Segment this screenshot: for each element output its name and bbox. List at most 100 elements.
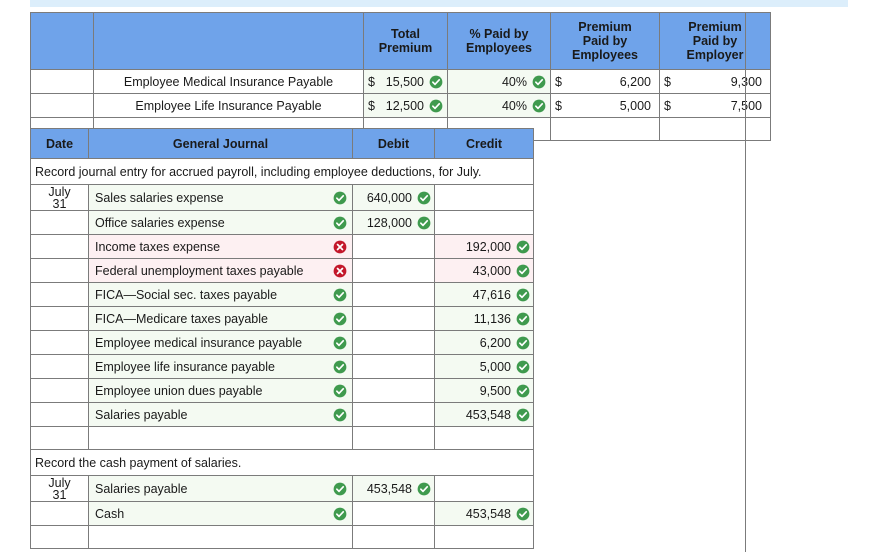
journal-credit-value: 43,000	[472, 263, 511, 278]
journal-credit-cell[interactable]: 43,000	[434, 258, 534, 283]
journal-debit-cell[interactable]	[352, 330, 435, 355]
journal-debit-cell[interactable]	[352, 525, 435, 549]
journal-debit-value: 128,000	[366, 215, 412, 230]
journal-credit-cell[interactable]	[434, 184, 534, 211]
journal-account-label: Income taxes expense	[95, 239, 221, 254]
journal-credit-cell[interactable]: 6,200	[434, 330, 534, 355]
premium-row-1-pct-paid-by-employees[interactable]: 40%	[447, 93, 551, 118]
correct-check-icon	[331, 506, 348, 521]
journal-account-label: Employee life insurance payable	[95, 359, 275, 374]
premium-row-0-blank	[30, 69, 94, 94]
table-row: Employee medical insurance payable 6,200	[30, 330, 534, 355]
journal-date-blank[interactable]	[30, 426, 89, 450]
spacer-cell	[659, 117, 771, 141]
journal-account-cell[interactable]: Federal unemployment taxes payable	[88, 258, 353, 283]
journal-credit-value: 192,000	[465, 239, 511, 254]
journal-credit-cell[interactable]: 11,136	[434, 306, 534, 331]
table-row: July 31 Salaries payable 453,548	[30, 475, 534, 502]
journal-debit-cell[interactable]	[352, 378, 435, 403]
journal-credit-value: 9,500	[479, 383, 511, 398]
journal-credit-cell[interactable]: 192,000	[434, 234, 534, 259]
value: 40%	[501, 98, 527, 113]
journal-account-cell[interactable]: FICA—Social sec. taxes payable	[88, 282, 353, 307]
table-row: Income taxes expense 192,000	[30, 234, 534, 259]
journal-debit-cell[interactable]: 128,000	[352, 210, 435, 235]
journal-account-cell[interactable]: Cash	[88, 501, 353, 526]
journal-date-blank	[30, 330, 89, 355]
correct-check-icon	[416, 215, 431, 230]
correct-check-icon	[515, 506, 530, 521]
table-row: Employee Medical Insurance Payable $ 15,…	[30, 69, 771, 94]
journal-account-cell[interactable]: Employee life insurance payable	[88, 354, 353, 379]
journal-credit-value: 11,136	[473, 311, 511, 326]
journal-debit-cell[interactable]	[352, 258, 435, 283]
journal-entry-date: July 31	[30, 184, 89, 211]
journal-debit-cell[interactable]	[352, 306, 435, 331]
journal-account-cell[interactable]: Income taxes expense	[88, 234, 353, 259]
journal-account-cell[interactable]: Salaries payable	[88, 402, 353, 427]
journal-credit-cell[interactable]	[434, 210, 534, 235]
journal-account-cell[interactable]: Employee medical insurance payable	[88, 330, 353, 355]
journal-account-cell[interactable]: FICA—Medicare taxes payable	[88, 306, 353, 331]
table-row: July 31 Sales salaries expense 640,000	[30, 184, 534, 211]
journal-date-blank	[30, 402, 89, 427]
journal-credit-cell[interactable]	[434, 426, 534, 450]
correct-check-icon	[331, 335, 348, 350]
table-row: Cash 453,548	[30, 501, 534, 526]
right-panel-divider	[745, 12, 746, 552]
journal-credit-cell[interactable]: 9,500	[434, 378, 534, 403]
journal-credit-cell[interactable]: 453,548	[434, 501, 534, 526]
currency-symbol: $	[368, 98, 375, 113]
header-line: Premium	[688, 20, 742, 34]
journal-account-cell[interactable]	[88, 525, 353, 549]
journal-account-label: Office salaries expense	[95, 215, 225, 230]
journal-credit-cell[interactable]: 5,000	[434, 354, 534, 379]
premium-row-0-total-premium[interactable]: $ 15,500	[363, 69, 448, 94]
journal-date-blank[interactable]	[30, 525, 89, 549]
journal-header-credit: Credit	[434, 128, 534, 159]
journal-debit-cell[interactable]: 640,000	[352, 184, 435, 211]
premium-row-0-label: Employee Medical Insurance Payable	[93, 69, 364, 94]
journal-account-cell[interactable]: Sales salaries expense	[88, 184, 353, 211]
correct-check-icon	[331, 383, 348, 398]
journal-account-cell[interactable]: Employee union dues payable	[88, 378, 353, 403]
table-row: Employee union dues payable 9,500	[30, 378, 534, 403]
journal-account-cell[interactable]: Office salaries expense	[88, 210, 353, 235]
journal-account-cell[interactable]	[88, 426, 353, 450]
journal-debit-cell[interactable]	[352, 234, 435, 259]
journal-debit-cell[interactable]: 453,548	[352, 475, 435, 502]
spacer-cell	[550, 117, 660, 141]
journal-credit-cell[interactable]	[434, 525, 534, 549]
journal-credit-cell[interactable]	[434, 475, 534, 502]
premium-row-1-total-premium[interactable]: $ 12,500	[363, 93, 448, 118]
general-journal-table: Date General Journal Debit Credit Record jou…	[30, 128, 534, 549]
journal-debit-cell[interactable]	[352, 426, 435, 450]
journal-header-row: Date General Journal Debit Credit	[30, 128, 534, 159]
journal-debit-cell[interactable]	[352, 402, 435, 427]
journal-account-label: FICA—Medicare taxes payable	[95, 311, 268, 326]
correct-check-icon	[416, 481, 431, 496]
table-row: FICA—Medicare taxes payable 11,136	[30, 306, 534, 331]
currency-symbol: $	[555, 98, 562, 113]
value: 12,500	[385, 98, 424, 113]
value: 6,200	[619, 74, 651, 89]
premium-header-blank-1	[30, 12, 94, 70]
journal-credit-cell[interactable]: 453,548	[434, 402, 534, 427]
premium-header-total-premium: Total Premium	[363, 12, 448, 70]
correct-check-icon	[331, 287, 348, 302]
journal-entry-note-row: Record the cash payment of salaries.	[30, 449, 534, 476]
journal-debit-cell[interactable]	[352, 282, 435, 307]
journal-blank-row[interactable]	[30, 525, 534, 549]
value: 9,300	[730, 74, 762, 89]
correct-check-icon	[331, 359, 348, 374]
journal-blank-row[interactable]	[30, 426, 534, 450]
incorrect-cross-icon	[331, 239, 348, 254]
journal-credit-cell[interactable]: 47,616	[434, 282, 534, 307]
journal-account-cell[interactable]: Salaries payable	[88, 475, 353, 502]
journal-debit-cell[interactable]	[352, 354, 435, 379]
journal-entry-note: Record journal entry for accrued payroll…	[30, 158, 534, 185]
journal-account-label: Federal unemployment taxes payable	[95, 263, 304, 278]
premium-row-0-pct-paid-by-employees[interactable]: 40%	[447, 69, 551, 94]
premium-row-0-paid-by-employer: $ 9,300	[659, 69, 771, 94]
journal-debit-cell[interactable]	[352, 501, 435, 526]
